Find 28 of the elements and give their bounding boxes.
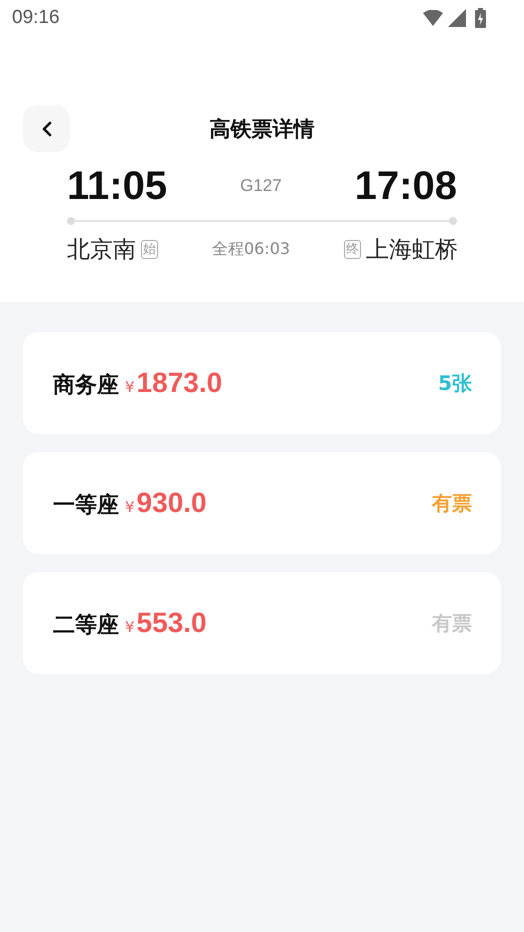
seat-price: 930.0 [136, 486, 207, 518]
seat-price: 1873.0 [136, 366, 222, 398]
start-tag: 始 [141, 240, 158, 258]
status-time: 09:16 [12, 7, 60, 29]
arrival-station: 上海虹桥 [366, 236, 458, 264]
currency-symbol: ¥ [125, 498, 135, 516]
arrival-time: 17:08 [354, 164, 457, 208]
seat-card[interactable]: 一等座 ¥930.0 有票 [23, 452, 501, 554]
seat-class: 一等座 [53, 492, 119, 520]
trip-duration: 全程06:03 [212, 238, 290, 260]
back-button[interactable] [23, 105, 70, 152]
page-title: 高铁票详情 [210, 116, 314, 143]
departure-station: 北京南 [67, 236, 136, 264]
ticket-availability: 5张 [438, 370, 472, 396]
departure-time: 11:05 [67, 164, 168, 208]
train-number: G127 [240, 176, 282, 196]
back-icon [40, 120, 52, 136]
wifi-icon [423, 10, 443, 26]
seat-card[interactable]: 商务座 ¥1873.0 5张 [23, 332, 501, 434]
seat-price: 553.0 [136, 606, 207, 638]
currency-symbol: ¥ [125, 378, 135, 396]
seat-class: 商务座 [53, 372, 119, 400]
signal-icon [448, 9, 466, 27]
seat-class: 二等座 [53, 612, 119, 640]
end-tag: 终 [344, 240, 361, 258]
currency-symbol: ¥ [125, 618, 135, 636]
ticket-availability: 有票 [432, 490, 472, 516]
battery-icon [475, 8, 486, 28]
